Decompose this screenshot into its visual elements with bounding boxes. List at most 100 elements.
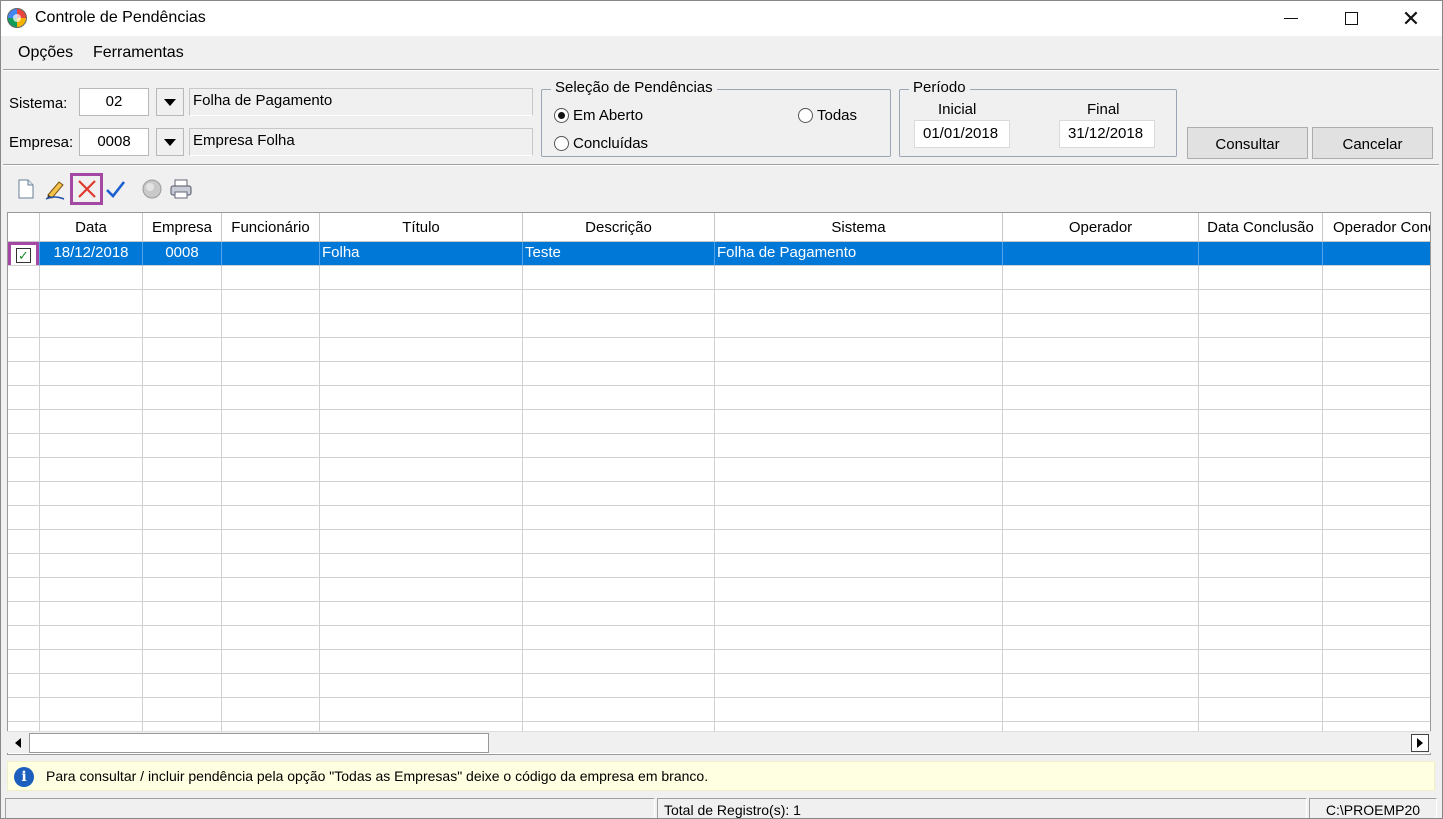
final-date-field[interactable]: 31/12/2018 — [1059, 120, 1155, 148]
minimize-button[interactable] — [1261, 1, 1321, 36]
selecao-title: Seleção de Pendências — [551, 79, 717, 96]
info-text: Para consultar / incluir pendência pela … — [46, 768, 709, 784]
empty-cell — [40, 314, 143, 338]
empty-cell — [143, 554, 222, 578]
close-button[interactable]: ✕ — [1381, 1, 1441, 36]
empty-cell — [143, 674, 222, 698]
inicial-label: Inicial — [938, 101, 977, 118]
empty-cell — [222, 698, 320, 722]
empty-cell — [143, 698, 222, 722]
final-label: Final — [1087, 101, 1120, 118]
empty-cell — [8, 434, 40, 458]
empty-cell — [8, 506, 40, 530]
column-header[interactable]: Sistema — [715, 213, 1003, 242]
scroll-right-button[interactable] — [1411, 734, 1429, 752]
empty-cell — [1199, 506, 1323, 530]
confirm-button[interactable] — [102, 175, 128, 203]
empty-table-row — [8, 290, 1430, 314]
radio-em-aberto[interactable]: Em Aberto — [554, 107, 643, 124]
empty-table-row — [8, 362, 1430, 386]
radio-concluidas[interactable]: Concluídas — [554, 135, 648, 152]
edit-button[interactable] — [42, 175, 68, 203]
empty-cell — [143, 410, 222, 434]
sistema-dropdown-button[interactable] — [156, 88, 184, 116]
empty-cell — [222, 386, 320, 410]
print-button[interactable] — [168, 175, 194, 203]
column-header[interactable]: Título — [320, 213, 523, 242]
menu-opcoes[interactable]: Opções — [18, 44, 73, 62]
globe-button[interactable] — [139, 175, 165, 203]
empty-cell — [1003, 674, 1199, 698]
row-checkbox-cell[interactable]: ✓ — [8, 242, 40, 266]
empty-cell — [143, 530, 222, 554]
scroll-thumb[interactable] — [29, 733, 489, 753]
window-title: Controle de Pendências — [35, 9, 206, 26]
empty-cell — [40, 290, 143, 314]
row-checkbox[interactable]: ✓ — [8, 242, 39, 265]
cancelar-button[interactable]: Cancelar — [1312, 127, 1433, 159]
empty-cell — [523, 650, 715, 674]
inicial-date-field[interactable]: 01/01/2018 — [914, 120, 1010, 148]
maximize-button[interactable] — [1321, 1, 1381, 36]
empty-cell — [40, 506, 143, 530]
pendencias-grid[interactable]: Data Empresa Funcionário Título Descriçã… — [7, 212, 1431, 755]
sistema-label: Sistema: — [9, 95, 68, 112]
horizontal-scrollbar[interactable] — [7, 731, 1431, 753]
empty-cell — [1003, 554, 1199, 578]
empty-cell — [320, 674, 523, 698]
empty-cell — [8, 578, 40, 602]
status-path: C:\PROEMP20 — [1309, 798, 1437, 818]
empty-cell — [1323, 626, 1430, 650]
title-bar: Controle de Pendências ✕ — [1, 1, 1442, 36]
close-icon: ✕ — [1401, 5, 1421, 31]
consultar-button[interactable]: Consultar — [1187, 127, 1308, 159]
delete-button[interactable] — [70, 173, 103, 205]
empty-cell — [1323, 314, 1430, 338]
empresa-code-field[interactable]: 0008 — [79, 128, 149, 156]
empty-cell — [40, 578, 143, 602]
empty-cell — [40, 530, 143, 554]
column-header[interactable]: Data Conclusão — [1199, 213, 1323, 242]
empty-table-row — [8, 674, 1430, 698]
column-header[interactable]: Funcionário — [222, 213, 320, 242]
empty-cell — [8, 482, 40, 506]
sistema-code-field[interactable]: 02 — [79, 88, 149, 116]
cell-sistema: Folha de Pagamento — [715, 242, 1003, 266]
radio-checked-icon — [554, 108, 569, 123]
empty-cell — [1199, 602, 1323, 626]
empty-cell — [222, 266, 320, 290]
column-header[interactable]: Empresa — [143, 213, 222, 242]
empty-table-row — [8, 458, 1430, 482]
empty-cell — [1199, 410, 1323, 434]
minimize-icon — [1284, 18, 1298, 19]
new-document-button[interactable] — [13, 175, 39, 203]
app-window: Controle de Pendências ✕ Opções Ferramen… — [0, 0, 1443, 819]
empty-cell — [1323, 506, 1430, 530]
table-row[interactable]: ✓ 18/12/2018 0008 Folha Teste Folha de P… — [8, 242, 1430, 266]
column-header[interactable]: Descrição — [523, 213, 715, 242]
empty-cell — [40, 386, 143, 410]
empty-cell — [320, 698, 523, 722]
empty-cell — [320, 650, 523, 674]
menu-ferramentas[interactable]: Ferramentas — [93, 44, 184, 62]
empty-cell — [1003, 362, 1199, 386]
empty-cell — [143, 626, 222, 650]
scroll-left-button[interactable] — [9, 734, 27, 752]
empty-cell — [523, 290, 715, 314]
empty-cell — [1323, 674, 1430, 698]
empty-cell — [1199, 650, 1323, 674]
empty-cell — [320, 338, 523, 362]
empty-cell — [523, 578, 715, 602]
column-header[interactable]: Operador Conc — [1323, 213, 1430, 242]
column-header[interactable]: Data — [40, 213, 143, 242]
column-header[interactable] — [8, 213, 40, 242]
empresa-dropdown-button[interactable] — [156, 128, 184, 156]
column-header[interactable]: Operador — [1003, 213, 1199, 242]
radio-todas[interactable]: Todas — [798, 107, 857, 124]
empty-cell — [1323, 362, 1430, 386]
periodo-title: Período — [909, 79, 970, 96]
empty-cell — [1199, 434, 1323, 458]
empty-cell — [1199, 578, 1323, 602]
empty-table-row — [8, 266, 1430, 290]
empty-cell — [1199, 290, 1323, 314]
